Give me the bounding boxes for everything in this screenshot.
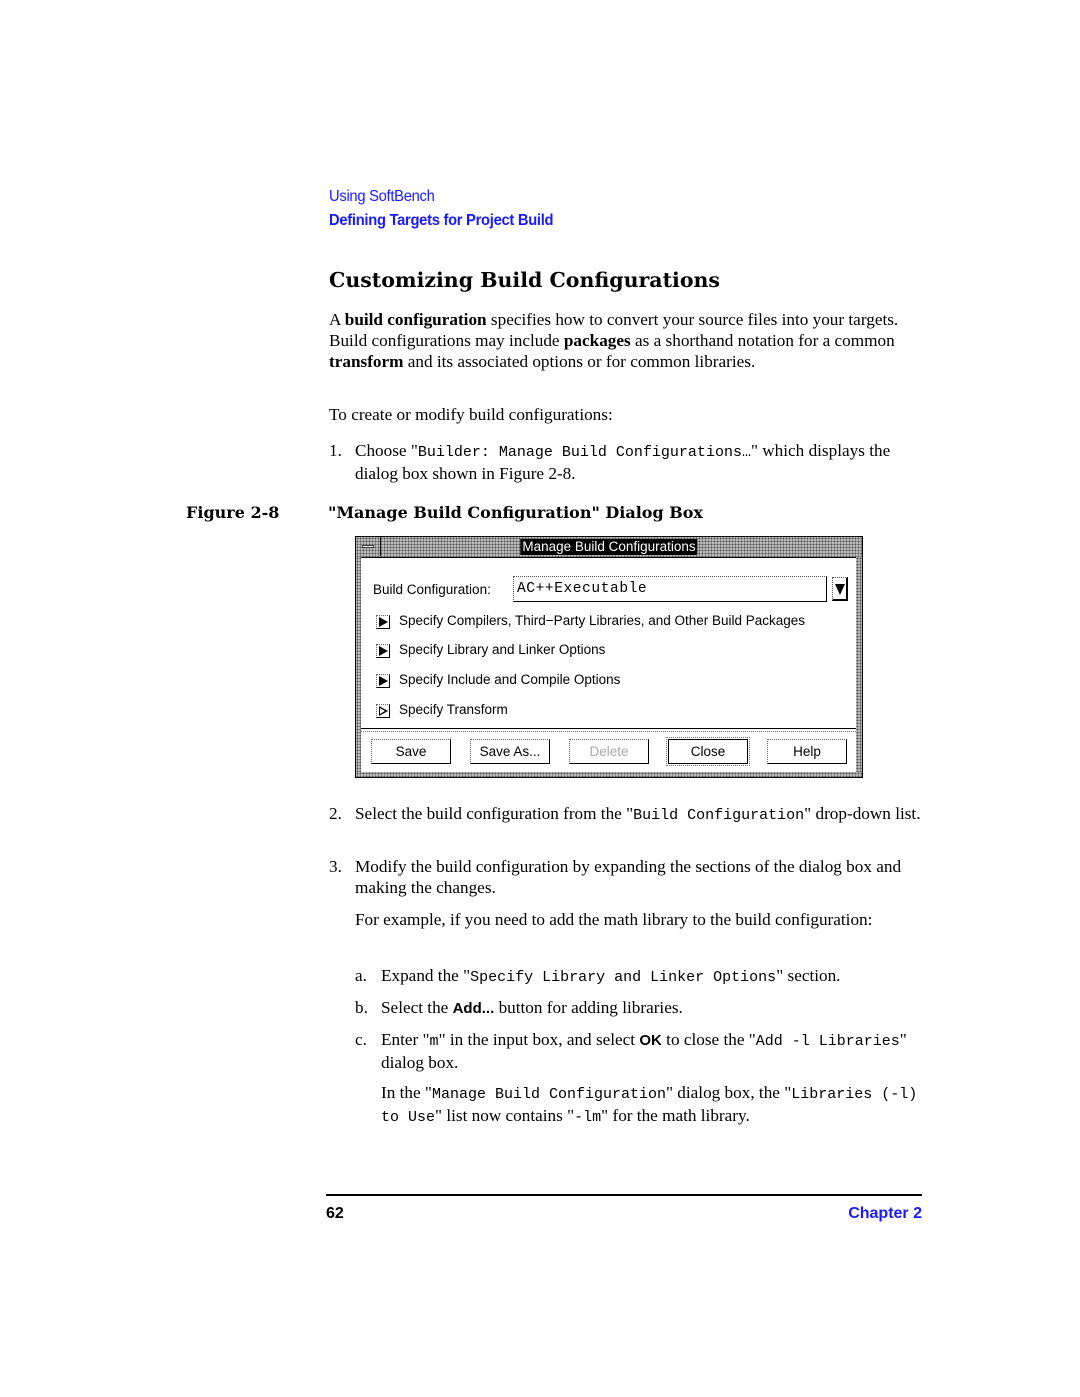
figure-number: Figure 2-8 — [186, 503, 280, 522]
figure-title: "Manage Build Configuration" Dialog Box — [328, 503, 703, 522]
window-menu-icon — [362, 545, 374, 548]
save-as-button[interactable]: Save As... — [470, 739, 550, 764]
text: " dialog box, the " — [665, 1083, 792, 1102]
dialog-name-code: Manage Build Configuration — [431, 1086, 666, 1103]
window-menu-button[interactable] — [356, 537, 381, 556]
text: as a shorthand notation for a common — [630, 331, 895, 350]
expand-arrow-icon — [376, 615, 390, 629]
build-configuration-label: Build Configuration: — [373, 582, 491, 597]
text: button for adding libraries. — [494, 998, 683, 1017]
step-number: 3. — [329, 857, 342, 876]
lead-in-paragraph: To create or modify build configurations… — [329, 405, 613, 424]
text: " for the math library. — [601, 1106, 750, 1125]
running-header-section[interactable]: Using SoftBench — [329, 188, 435, 206]
delete-button[interactable]: Delete — [569, 739, 649, 764]
text: Select the build configuration from the … — [355, 804, 634, 823]
term-build-configuration: build configuration — [344, 310, 487, 329]
text: to close the " — [661, 1030, 756, 1049]
expand-arrow-icon — [376, 644, 390, 658]
section-label: Specify Include and Compile Options — [399, 672, 621, 687]
field-name-code: Build Configuration — [633, 807, 805, 824]
window-frame-bottom — [356, 772, 862, 777]
text: Select the — [381, 998, 453, 1017]
substep-text: Enter "m" in the input box, and select O… — [381, 1029, 926, 1073]
term-transform: transform — [329, 352, 404, 371]
input-value-code: m — [429, 1033, 439, 1050]
chapter-link[interactable]: Chapter 2 — [848, 1205, 922, 1223]
text: and its associated options or for common… — [403, 352, 756, 371]
text: In the " — [381, 1083, 432, 1102]
substep-text: Select the Add... button for adding libr… — [381, 997, 926, 1019]
build-configuration-dropdown-button[interactable] — [832, 577, 848, 601]
substep-text: Expand the "Specify Library and Linker O… — [381, 965, 926, 988]
section-label: Specify Compilers, Third−Party Libraries… — [399, 613, 806, 628]
footer-rule — [326, 1194, 922, 1196]
save-button[interactable]: Save — [371, 739, 451, 764]
window-frame-right — [856, 557, 862, 777]
step-number: 2. — [329, 804, 342, 823]
step-text: Choose "Builder: Manage Build Configurat… — [355, 440, 925, 484]
text: " in the input box, and select — [438, 1030, 640, 1049]
ui-label-ok: OK — [639, 1032, 662, 1049]
flag-code: -lm — [574, 1109, 602, 1126]
result-paragraph: In the "Manage Build Configuration" dial… — [381, 1082, 921, 1128]
expand-arrow-icon — [376, 674, 390, 688]
text: Enter " — [381, 1030, 430, 1049]
text: " list now contains " — [435, 1106, 575, 1125]
substep-letter: b. — [355, 998, 368, 1017]
dialog-title: Manage Build Configurations — [520, 539, 698, 555]
build-configuration-field[interactable]: AC++Executable — [513, 576, 827, 602]
text: Choose " — [355, 441, 418, 460]
dialog-titlebar[interactable]: Manage Build Configurations — [356, 537, 862, 558]
step-number: 1. — [329, 441, 342, 460]
running-header-subsection[interactable]: Defining Targets for Project Build — [329, 212, 554, 230]
intro-paragraph: A build configuration specifies how to c… — [329, 309, 929, 372]
text: Expand the " — [381, 966, 471, 985]
manage-build-configurations-dialog: Manage Build Configurations Build Config… — [355, 536, 863, 778]
term-packages: packages — [563, 331, 631, 350]
window-frame-left — [356, 557, 361, 777]
section-name-code: Specify Library and Linker Options — [470, 969, 777, 986]
build-configuration-value: AC++Executable — [517, 581, 648, 597]
substep-letter: c. — [355, 1030, 367, 1049]
text: " drop-down list. — [804, 804, 921, 823]
expand-arrow-outline-icon — [376, 704, 390, 718]
button-area-separator — [361, 728, 856, 732]
ui-label-add: Add... — [452, 1000, 495, 1017]
menu-path-code: Builder: Manage Build Configurations… — [417, 444, 751, 461]
dropdown-arrow-icon — [835, 584, 845, 595]
step-text: Modify the build configuration by expand… — [355, 857, 902, 897]
section-heading: Customizing Build Configurations — [329, 268, 720, 292]
section-label: Specify Transform — [399, 702, 508, 717]
page-number: 62 — [326, 1205, 344, 1222]
dialog-name-code: Add -l Libraries — [755, 1033, 900, 1050]
example-paragraph: For example, if you need to add the math… — [355, 910, 873, 929]
help-button[interactable]: Help — [767, 739, 847, 764]
step-text: Select the build configuration from the … — [355, 803, 925, 826]
close-button[interactable]: Close — [666, 737, 750, 766]
text: A — [329, 310, 345, 329]
section-label: Specify Library and Linker Options — [399, 642, 606, 657]
substep-letter: a. — [355, 966, 367, 985]
text: " section. — [776, 966, 841, 985]
